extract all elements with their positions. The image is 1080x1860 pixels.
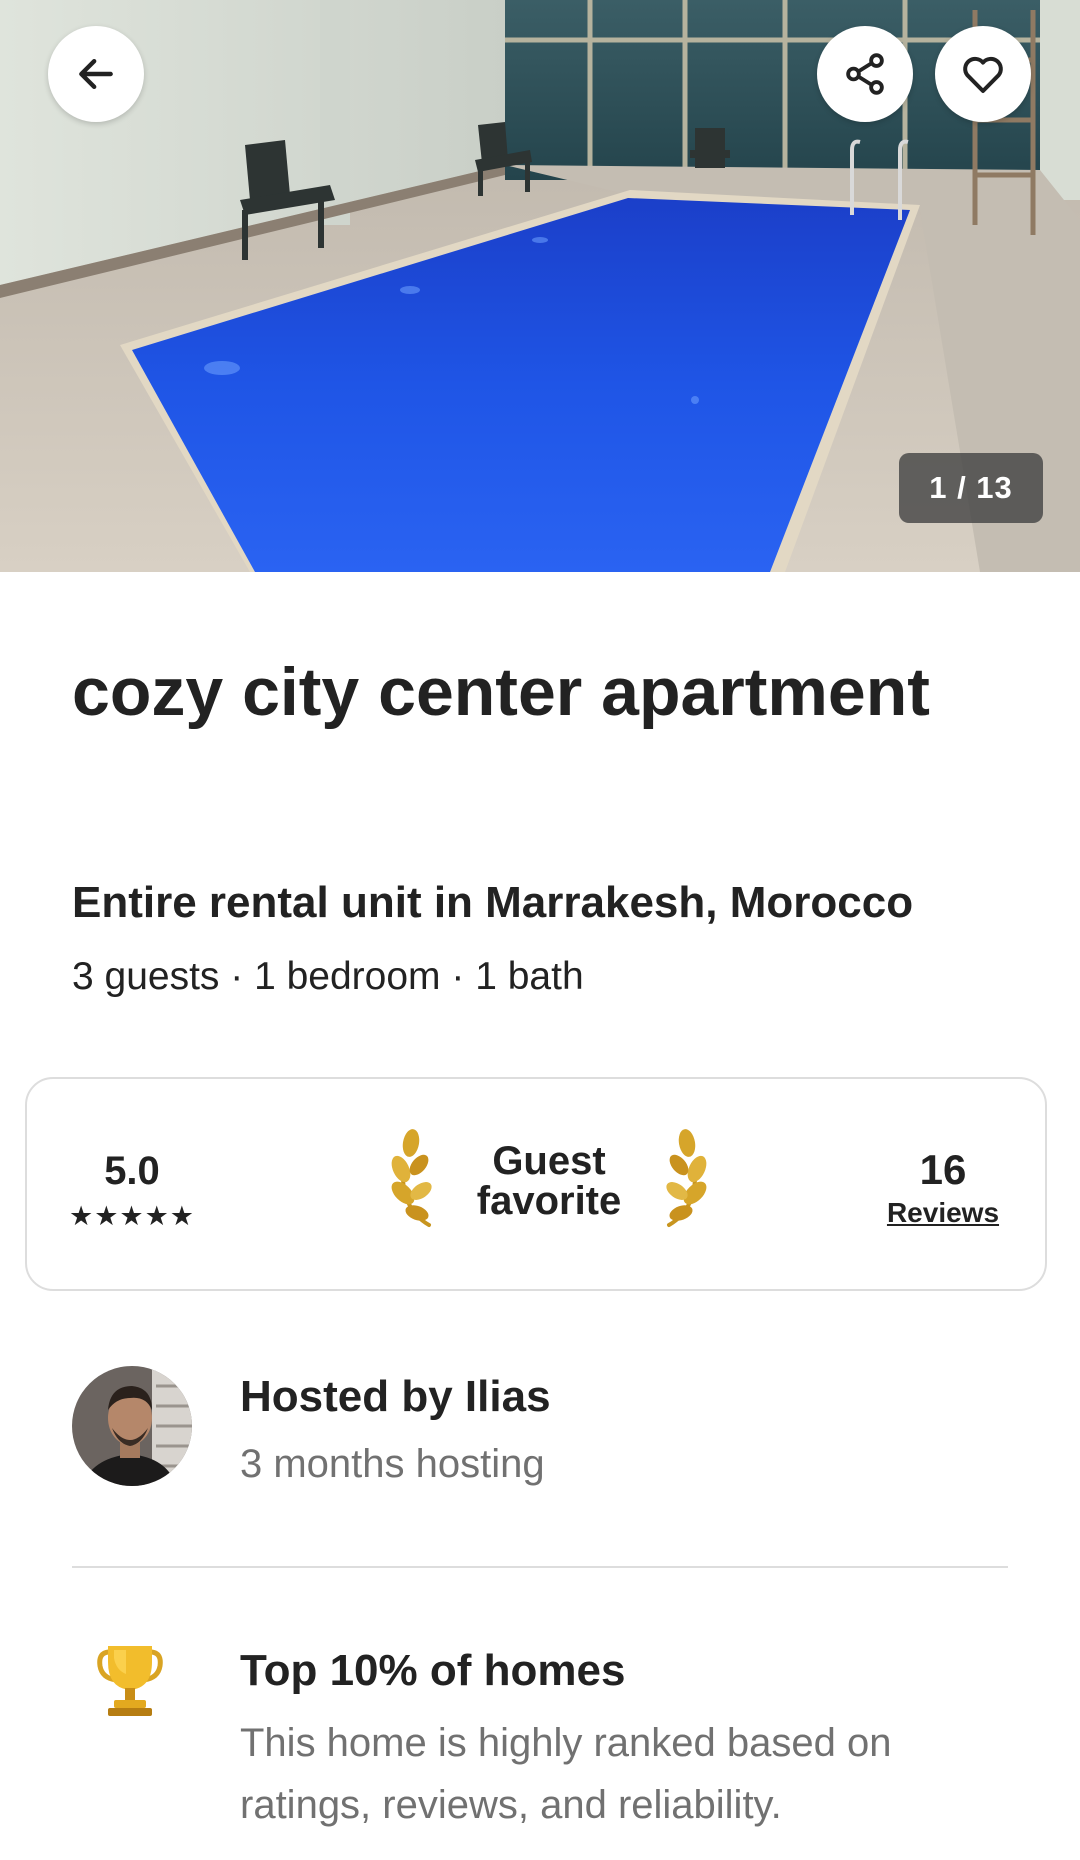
laurel-right-icon — [666, 1129, 707, 1227]
heart-outline-icon — [963, 56, 1003, 93]
listing-details: 3 guests · 1 bedroom · 1 bath — [72, 955, 584, 998]
reviews-count: 16 — [919, 1146, 967, 1193]
reviews-link[interactable]: Reviews — [873, 1197, 1013, 1229]
highlight-title: Top 10% of homes — [240, 1646, 626, 1695]
save-wishlist-button[interactable] — [935, 26, 1031, 122]
listing-photo[interactable]: 1 / 13 — [0, 0, 1080, 572]
highlight-description: This home is highly ranked based on rati… — [240, 1721, 892, 1827]
star-rating-icon: ★★★★★ — [68, 1201, 196, 1231]
rating-summary: 5.0 ★★★★★ — [57, 1149, 207, 1231]
listing-type-location: Entire rental unit in Marrakesh, Morocco — [72, 878, 914, 927]
reviews-summary[interactable]: 16 Reviews — [873, 1147, 1013, 1229]
host-avatar[interactable] — [72, 1366, 192, 1486]
trophy-icon — [97, 1646, 163, 1716]
listing-title: cozy city center apartment — [72, 654, 930, 730]
share-button[interactable] — [817, 26, 913, 122]
host-duration: 3 months hosting — [240, 1442, 545, 1486]
share-icon — [846, 53, 884, 95]
arrow-left-icon — [79, 58, 113, 90]
guest-favorite-label: Guest favorite — [476, 1139, 622, 1223]
back-button[interactable] — [48, 26, 144, 122]
host-name: Hosted by Ilias — [240, 1372, 551, 1421]
host-photo — [72, 1366, 192, 1486]
rating-card[interactable]: 5.0 ★★★★★ Guest favorite 16 Reviews — [25, 1077, 1047, 1291]
guest-favorite-badge: Guest favorite — [389, 1129, 709, 1249]
rating-value: 5.0 — [104, 1149, 160, 1193]
section-divider — [72, 1566, 1008, 1568]
photo-counter: 1 / 13 — [899, 453, 1043, 523]
laurel-left-icon — [391, 1129, 432, 1227]
